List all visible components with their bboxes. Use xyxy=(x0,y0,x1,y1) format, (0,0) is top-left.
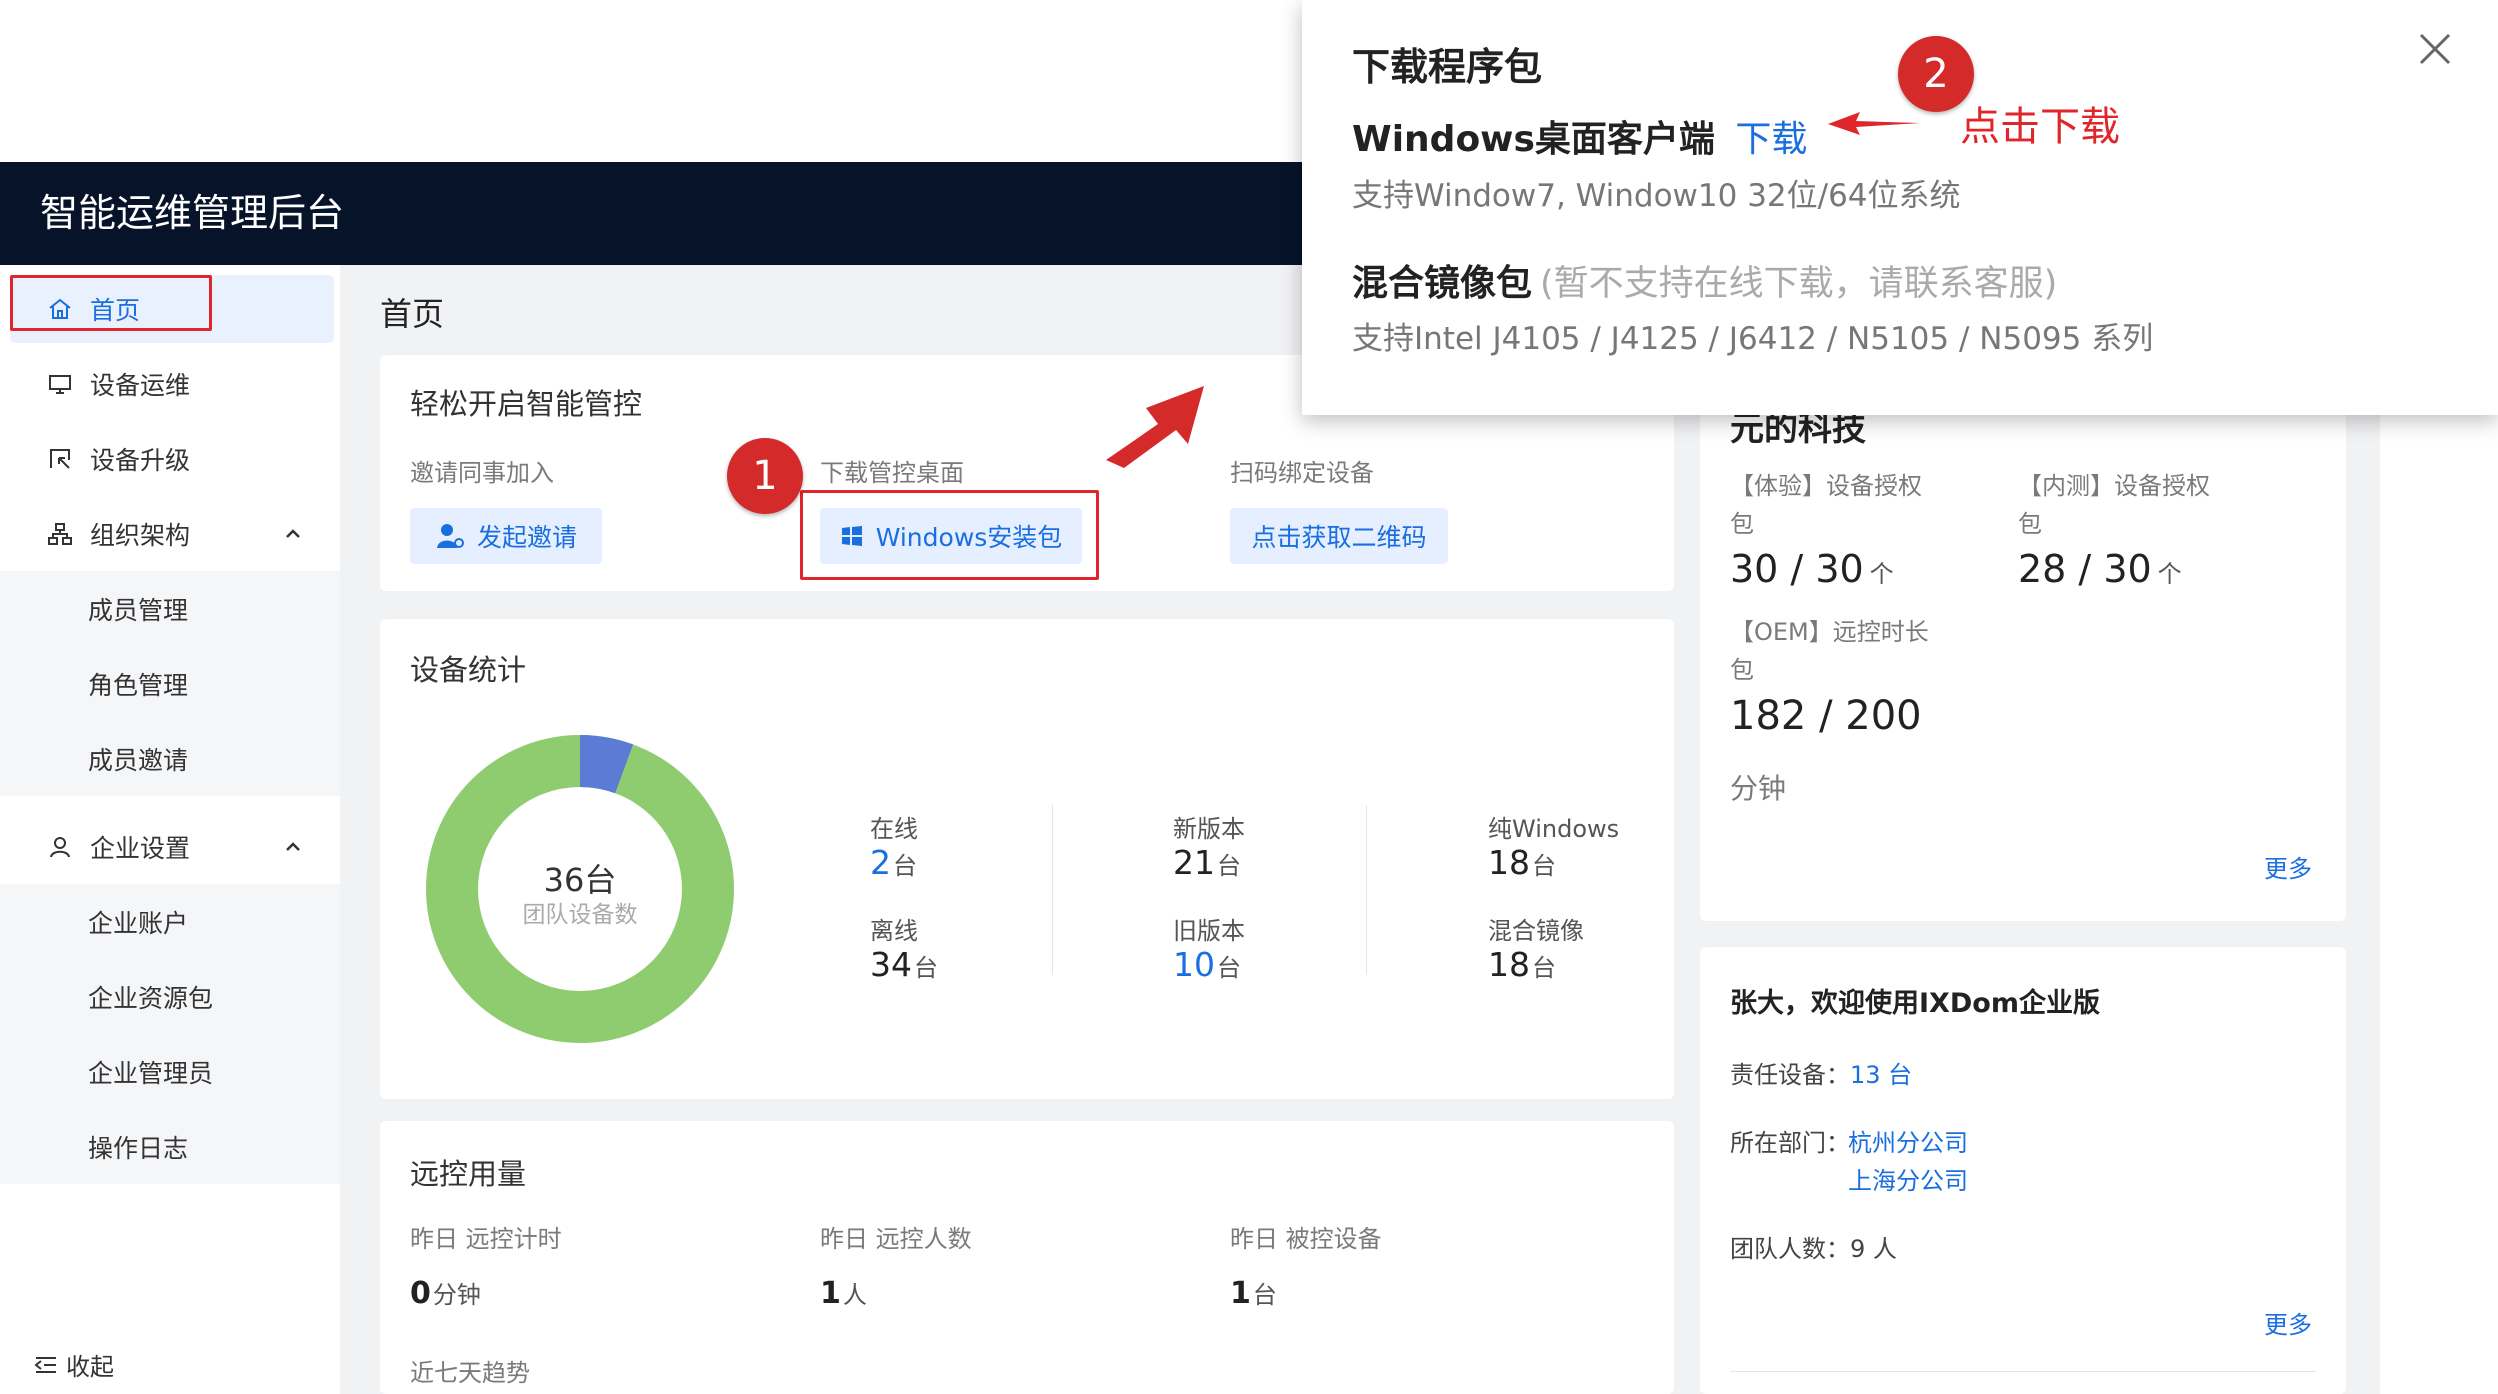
welcome-more-link[interactable]: 更多 xyxy=(2264,1305,2312,1340)
monitor-icon xyxy=(46,370,74,398)
donut-online-segment xyxy=(579,735,634,794)
invite-button[interactable]: 发起邀请 xyxy=(410,508,602,564)
beta-package-label: 【内测】设备授权包 xyxy=(2018,472,2210,538)
resource-packages-card: 元的科技 【体验】设备授权包 30 / 30 个 【内测】设备授权包 28 / 3… xyxy=(1700,355,2346,921)
click-download-annotation: 点击下载 xyxy=(1960,104,2120,150)
stat-old-version-value: 10台 xyxy=(1173,945,1241,984)
remote-time-value: 0分钟 xyxy=(410,1276,481,1311)
stat-pure-windows-value: 18台 xyxy=(1488,843,1556,882)
responsible-devices: 责任设备：13 台 xyxy=(1730,1061,1913,1089)
mixed-image-desc: 支持Intel J4105 / J4125 / J6412 / N5105 / … xyxy=(1352,321,2154,357)
department-link-hangzhou[interactable]: 杭州分公司 xyxy=(1848,1123,1968,1158)
sidebar: 首页 设备运维 设备升级 组织架构 成员管理 角色管理 成员邀请 企业设置 企业… xyxy=(0,265,340,1394)
sidebar-item-label: 组织架构 xyxy=(90,520,191,550)
modal-title: 下载程序包 xyxy=(1352,45,1543,89)
divider xyxy=(1052,805,1053,975)
welcome-title: 张大，欢迎使用IXDom企业版 xyxy=(1730,988,2100,1019)
device-stats-card: 设备统计 36台 团队设备数 在线 2台 离线 34台 新版本 21台 旧版本 … xyxy=(380,619,1674,1099)
collapse-icon xyxy=(34,1356,56,1373)
remote-usage-title: 远控用量 xyxy=(410,1157,527,1191)
sidebar-item-label: 设备升级 xyxy=(90,445,191,475)
stat-offline-value: 34台 xyxy=(870,945,938,984)
controlled-devices-label: 昨日 被控设备 xyxy=(1230,1225,1382,1253)
chevron-up-icon[interactable] xyxy=(284,838,302,856)
org-chart-icon xyxy=(46,520,74,548)
stat-online-value: 2台 xyxy=(870,843,917,882)
scan-label: 扫码绑定设备 xyxy=(1230,459,1374,487)
sidebar-item-device-upgrade[interactable]: 设备升级 xyxy=(0,421,340,496)
user-icon xyxy=(46,833,74,861)
right-gutter xyxy=(2380,265,2498,1394)
trend-label: 近七天趋势 xyxy=(410,1359,530,1387)
close-icon[interactable] xyxy=(2418,32,2452,66)
highlight-box-windows xyxy=(800,490,1099,580)
windows-client-desc: 支持Window7, Window10 32位/64位系统 xyxy=(1352,178,1961,214)
sidebar-item-enterprise[interactable]: 企业设置 xyxy=(0,809,340,884)
mixed-image-title: 混合镜像包 (暂不支持在线下载，请联系客服) xyxy=(1352,263,2058,304)
sidebar-item-org[interactable]: 组织架构 xyxy=(0,496,340,571)
quickstart-title: 轻松开启智能管控 xyxy=(410,387,643,421)
stat-old-version-label: 旧版本 xyxy=(1173,917,1245,945)
windows-download-link[interactable]: 下载 xyxy=(1735,119,1807,160)
highlight-box-home xyxy=(10,275,212,331)
upgrade-icon xyxy=(46,445,74,473)
invite-label: 邀请同事加入 xyxy=(410,459,554,487)
stat-new-version-label: 新版本 xyxy=(1173,815,1245,843)
sidebar-item-device-ops[interactable]: 设备运维 xyxy=(0,346,340,421)
stat-offline-label: 离线 xyxy=(870,917,918,945)
responsible-devices-link[interactable]: 13 台 xyxy=(1850,1061,1912,1089)
donut-total-label: 团队设备数 xyxy=(522,902,638,928)
remote-users-value: 1人 xyxy=(820,1276,867,1311)
department-link-shanghai[interactable]: 上海分公司 xyxy=(1848,1161,1968,1196)
stat-pure-windows-label: 纯Windows xyxy=(1488,815,1620,843)
trial-package-value: 30 / 30 个 xyxy=(1730,547,1894,591)
arrow-left-icon xyxy=(1828,112,1920,135)
trial-package-label: 【体验】设备授权包 xyxy=(1730,472,1922,538)
department-label: 所在部门： xyxy=(1730,1129,1850,1157)
oem-package-value: 182 / 200 xyxy=(1730,693,1922,739)
team-size: 团队人数：9 人 xyxy=(1730,1235,1897,1263)
remote-usage-card: 远控用量 昨日 远控计时 0分钟 昨日 远控人数 1人 昨日 被控设备 1台 近… xyxy=(380,1121,1674,1394)
divider xyxy=(1366,805,1367,975)
collapse-button[interactable]: 收起 xyxy=(34,1347,114,1382)
sidebar-item-label: 设备运维 xyxy=(90,370,191,400)
sidebar-item-ent-account[interactable]: 企业账户 xyxy=(0,884,340,959)
controlled-devices-value: 1台 xyxy=(1230,1276,1277,1311)
divider xyxy=(1730,1371,2316,1372)
windows-client-title: Windows桌面客户端 下载 xyxy=(1352,119,1808,160)
chevron-up-icon[interactable] xyxy=(284,525,302,543)
main-content: 首页 轻松开启智能管控 邀请同事加入 发起邀请 下载管控桌面 Windows安装… xyxy=(340,265,2498,1394)
device-stats-title: 设备统计 xyxy=(410,653,527,687)
sidebar-item-member-invite[interactable]: 成员邀请 xyxy=(0,721,340,796)
page-title: 首页 xyxy=(380,295,445,333)
add-user-icon xyxy=(436,524,464,548)
download-modal: 下载程序包 Windows桌面客户端 下载 支持Window7, Window1… xyxy=(1302,0,2498,415)
stat-online-label: 在线 xyxy=(870,815,918,843)
oem-package-unit: 分钟 xyxy=(1730,772,1787,805)
get-qrcode-button[interactable]: 点击获取二维码 xyxy=(1230,508,1448,564)
beta-package-value: 28 / 30 个 xyxy=(2018,547,2182,591)
step-marker-1: 1 xyxy=(727,438,803,514)
sidebar-item-members[interactable]: 成员管理 xyxy=(0,571,340,646)
sidebar-item-ent-admins[interactable]: 企业管理员 xyxy=(0,1034,340,1109)
sidebar-item-label: 企业设置 xyxy=(90,833,191,863)
stat-mixed-image-value: 18台 xyxy=(1488,945,1556,984)
oem-package-label: 【OEM】远控时长包 xyxy=(1730,618,1929,684)
stat-new-version-value: 21台 xyxy=(1173,843,1241,882)
download-label: 下载管控桌面 xyxy=(820,459,964,487)
sidebar-item-roles[interactable]: 角色管理 xyxy=(0,646,340,721)
welcome-card: 张大，欢迎使用IXDom企业版 责任设备：13 台 所在部门： 杭州分公司 上海… xyxy=(1700,947,2346,1394)
app-title: 智能运维管理后台 xyxy=(40,191,345,235)
stat-mixed-image-label: 混合镜像 xyxy=(1488,917,1584,945)
remote-time-label: 昨日 远控计时 xyxy=(410,1225,562,1253)
sidebar-item-op-log[interactable]: 操作日志 xyxy=(0,1109,340,1184)
arrow-up-right-icon xyxy=(1106,386,1204,468)
sidebar-item-ent-resources[interactable]: 企业资源包 xyxy=(0,959,340,1034)
resources-more-link[interactable]: 更多 xyxy=(2264,849,2312,884)
remote-users-label: 昨日 远控人数 xyxy=(820,1225,972,1253)
